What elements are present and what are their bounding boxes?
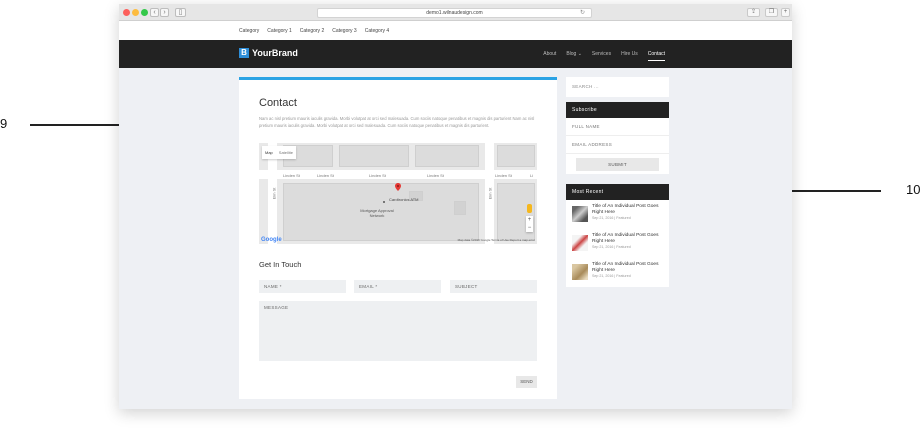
map-tab-satellite[interactable]: Satellite <box>276 146 296 159</box>
contact-card: Contact Nam ac nisl pretium mauris iacul… <box>239 77 557 399</box>
post-meta: Sep 21, 2016 | Featured <box>592 245 631 249</box>
map-block <box>497 145 535 167</box>
email-placeholder: EMAIL * <box>359 284 378 289</box>
category-link[interactable]: Category 4 <box>365 28 389 34</box>
tabs-icon[interactable]: ❐ <box>765 8 778 17</box>
callout-9-line <box>30 124 120 126</box>
post-thumbnail[interactable] <box>572 235 588 251</box>
zoom-in-button[interactable]: + <box>526 216 533 224</box>
street-label: Elm St <box>271 187 277 200</box>
recent-posts-widget: Most Recent Title of An Individual Post … <box>566 184 669 287</box>
back-icon[interactable]: ‹ <box>150 8 159 17</box>
name-placeholder: NAME * <box>264 284 282 289</box>
category-link[interactable]: Category 3 <box>332 28 356 34</box>
main-nav: About Blog ⌄ Services Hire Us Contact <box>543 40 666 68</box>
brand-logo[interactable]: B YourBrand <box>239 48 298 58</box>
map-pin-icon[interactable] <box>395 183 401 191</box>
brand-name: YourBrand <box>252 48 298 58</box>
category-link[interactable]: Category 2 <box>300 28 324 34</box>
street-label: Linden St <box>317 173 334 178</box>
post-meta: Sep 21, 2016 | Featured <box>592 216 631 220</box>
brand-mark-icon: B <box>239 48 249 58</box>
nav-services[interactable]: Services <box>592 51 611 57</box>
street-view-pegman-icon[interactable] <box>527 204 532 213</box>
map-tab-map[interactable]: Map <box>262 146 276 159</box>
subscribe-widget: Subscribe FULL NAME EMAIL ADDRESS SUBMIT <box>566 102 669 174</box>
zoom-out-button[interactable]: − <box>526 224 533 232</box>
subject-placeholder: SUBJECT <box>455 284 478 289</box>
category-link[interactable]: Category <box>239 28 259 34</box>
post-title[interactable]: Title of An Individual Post Goes Right H… <box>592 233 663 244</box>
address-bar-url: demo1.wilnaudesign.com <box>426 10 483 16</box>
subject-field[interactable]: SUBJECT <box>450 280 537 293</box>
message-textarea[interactable]: MESSAGE <box>259 301 537 361</box>
browser-window: ‹ › ▯ demo1.wilnaudesign.com ↻ ⇪ ❐ + Cat… <box>119 4 792 409</box>
search-placeholder: SEARCH ... <box>572 84 599 89</box>
intro-text: Nam ac nisl pretium mauris iaculis gravi… <box>259 116 535 128</box>
zoom-control: + − <box>526 216 533 232</box>
list-item[interactable]: Title of An Individual Post Goes Right H… <box>566 258 669 287</box>
search-input[interactable]: SEARCH ... <box>566 77 669 97</box>
message-placeholder: MESSAGE <box>264 305 289 310</box>
browser-chrome: ‹ › ▯ demo1.wilnaudesign.com ↻ ⇪ ❐ + <box>119 4 792 21</box>
google-logo: Google <box>261 237 282 243</box>
street-label: Linden St <box>495 173 512 178</box>
post-meta: Sep 21, 2016 | Featured <box>592 274 631 278</box>
map-block <box>339 145 409 167</box>
map-building <box>454 201 466 215</box>
map-embed[interactable]: Linden St Linden St Linden St Linden St … <box>259 143 537 244</box>
nav-contact[interactable]: Contact <box>647 51 666 61</box>
post-thumbnail[interactable] <box>572 206 588 222</box>
map-credits[interactable]: Map data ©2016 Google Terms of Use Repor… <box>458 238 535 242</box>
nav-about[interactable]: About <box>543 51 556 57</box>
street-label: Linden St <box>369 173 386 178</box>
reload-icon[interactable]: ↻ <box>580 9 585 17</box>
email-field[interactable]: EMAIL * <box>354 280 441 293</box>
list-item[interactable]: Title of An Individual Post Goes Right H… <box>566 200 669 229</box>
close-window-button[interactable] <box>123 9 130 16</box>
street-label: Linden St <box>283 173 300 178</box>
page-title: Contact <box>259 97 297 109</box>
category-link[interactable]: Category 1 <box>267 28 291 34</box>
callout-9: 9 <box>0 116 8 131</box>
poi-label: Mortgage Approval Network <box>360 208 394 218</box>
poi-marker-icon <box>383 201 385 203</box>
share-icon[interactable]: ⇪ <box>747 8 760 17</box>
map-type-toggle: Map Satellite <box>262 146 297 159</box>
site-header: B YourBrand About Blog ⌄ Services Hire U… <box>119 40 792 68</box>
street-label: Linden St <box>427 173 444 178</box>
email-address-field[interactable]: EMAIL ADDRESS <box>566 136 669 154</box>
full-name-field[interactable]: FULL NAME <box>566 118 669 136</box>
pin-label: Cardtronics ATM <box>389 197 419 202</box>
post-title[interactable]: Title of An Individual Post Goes Right H… <box>592 262 663 273</box>
map-block <box>415 145 479 167</box>
nav-blog[interactable]: Blog ⌄ <box>566 51 582 57</box>
post-title[interactable]: Title of An Individual Post Goes Right H… <box>592 204 663 215</box>
callout-10-line <box>792 190 881 192</box>
category-bar: Category Category 1 Category 2 Category … <box>119 21 792 40</box>
submit-button[interactable]: SUBMIT <box>576 158 659 171</box>
subscribe-heading: Subscribe <box>566 102 669 118</box>
post-thumbnail[interactable] <box>572 264 588 280</box>
callout-10: 10 <box>906 182 921 197</box>
street-label: Li <box>530 173 534 178</box>
sidebar-toggle-icon[interactable]: ▯ <box>175 8 186 17</box>
address-bar[interactable]: demo1.wilnaudesign.com ↻ <box>317 8 592 18</box>
recent-heading: Most Recent <box>566 184 669 200</box>
forward-icon[interactable]: › <box>160 8 169 17</box>
name-field[interactable]: NAME * <box>259 280 346 293</box>
form-heading: Get In Touch <box>259 260 302 269</box>
street-label: Elm St <box>487 187 493 200</box>
nav-hire-us[interactable]: Hire Us <box>621 51 638 57</box>
list-item[interactable]: Title of An Individual Post Goes Right H… <box>566 229 669 258</box>
new-tab-icon[interactable]: + <box>781 8 790 17</box>
minimize-window-button[interactable] <box>132 9 139 16</box>
maximize-window-button[interactable] <box>141 9 148 16</box>
send-button[interactable]: SEND <box>516 376 537 388</box>
